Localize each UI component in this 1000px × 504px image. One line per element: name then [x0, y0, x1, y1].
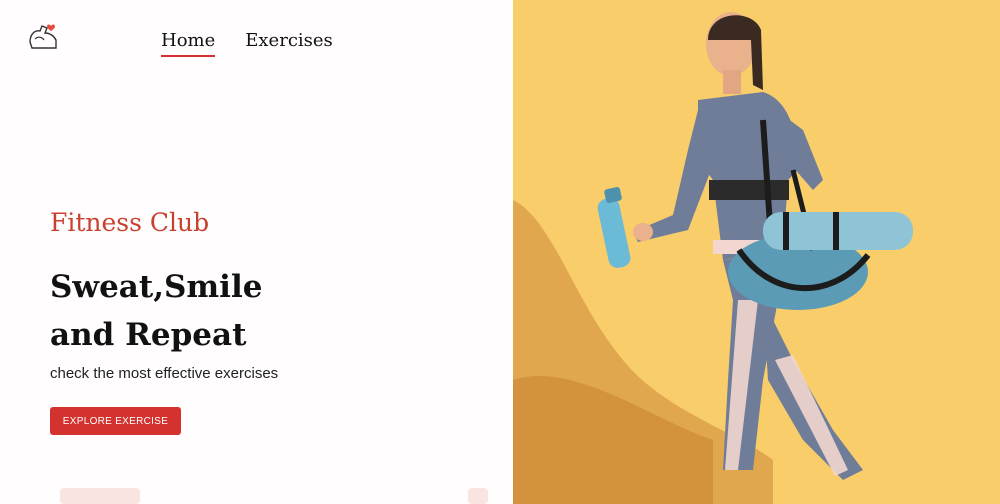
explore-exercise-button[interactable]: EXPLORE EXERCISE — [50, 407, 181, 435]
nav-home-link[interactable]: Home — [161, 30, 216, 57]
hero-tagline: Fitness Club — [50, 208, 210, 237]
main-nav: Home Exercises — [161, 30, 333, 57]
hero-banner-image — [513, 0, 1000, 504]
flexed-arm-heart-icon[interactable] — [26, 22, 60, 52]
hero-headline-line-1: Sweat,Smile — [50, 269, 263, 305]
decorative-blur — [468, 488, 488, 504]
hero-headline: Sweat,Smile and Repeat — [50, 263, 350, 359]
decorative-blur — [60, 488, 140, 504]
hero-subtitle: check the most effective exercises — [50, 365, 279, 382]
nav-exercises-link[interactable]: Exercises — [245, 30, 333, 57]
left-panel: Home Exercises Fitness Club Sweat,Smile … — [0, 0, 513, 504]
hero-headline-line-2: and Repeat — [50, 317, 247, 353]
